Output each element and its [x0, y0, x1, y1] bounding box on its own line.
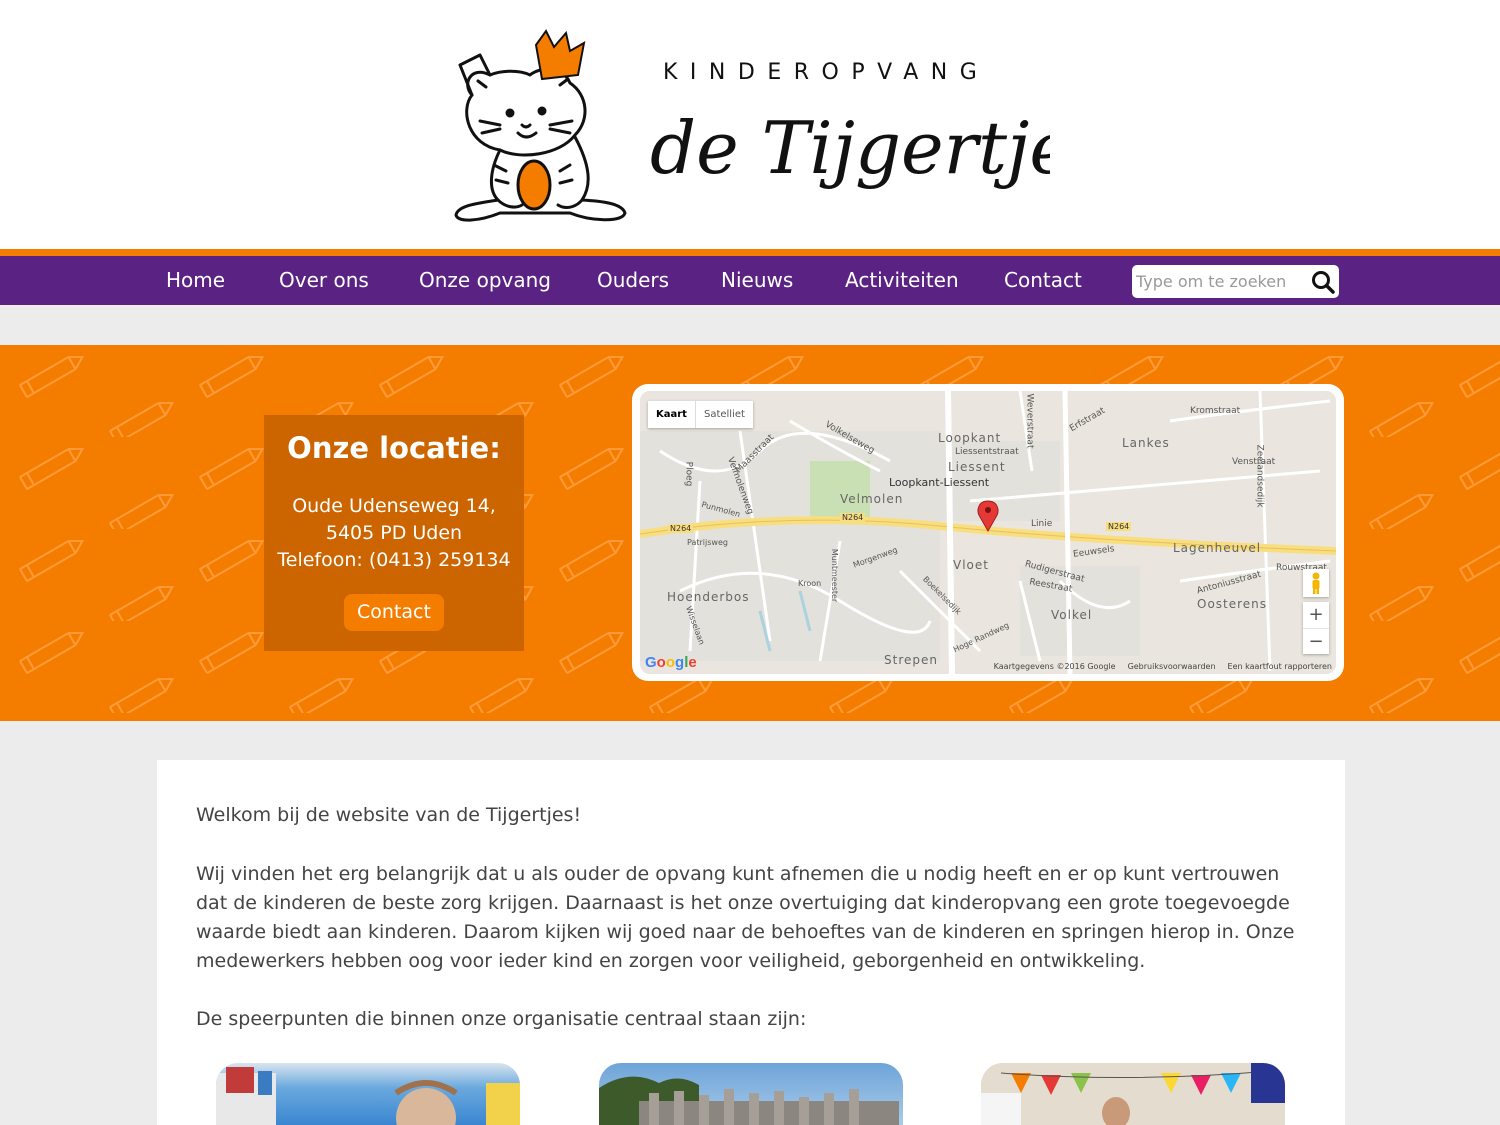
- google-logo[interactable]: Google: [645, 654, 697, 671]
- map-type-control: Kaart Satelliet: [648, 401, 753, 428]
- address-line-2: 5405 PD Uden: [325, 522, 463, 544]
- logo-brand-wordmark[interactable]: de Tijgertjes: [650, 88, 1050, 208]
- speerpunt-photo-2[interactable]: [599, 1063, 903, 1125]
- map-terms-link[interactable]: Gebruiksvoorwaarden: [1128, 662, 1216, 671]
- search-input[interactable]: [1136, 269, 1306, 294]
- location-band: Onze locatie: Oude Udenseweg 14, 5405 PD…: [0, 345, 1500, 721]
- nav-nieuws[interactable]: Nieuws: [721, 256, 793, 305]
- logo-kinderopvang-text: KINDEROPVANG: [663, 60, 990, 85]
- speerpunten-intro: De speerpunten die binnen onze organisat…: [196, 1008, 807, 1030]
- nav-onze-opvang[interactable]: Onze opvang: [419, 256, 551, 305]
- map-footer: Kaartgegevens ©2016 Google Gebruiksvoorw…: [994, 662, 1332, 671]
- map-report-error-link[interactable]: Een kaartfout rapporteren: [1228, 662, 1332, 671]
- google-map[interactable]: Loopkant Liessentstraat Liessent Loopkan…: [640, 391, 1336, 674]
- header-accent-line: [0, 249, 1500, 256]
- location-title: Onze locatie:: [287, 431, 501, 465]
- location-card: Onze locatie: Oude Udenseweg 14, 5405 PD…: [264, 415, 524, 651]
- tiger-mascot-logo[interactable]: [450, 25, 632, 225]
- map-label-liessentstraat: Liessentstraat: [955, 447, 1019, 457]
- map-label-lagenheuvel: Lagenheuvel: [1173, 541, 1262, 555]
- map-label-n264-east: N264: [1106, 522, 1132, 531]
- zoom-out-button[interactable]: −: [1303, 628, 1329, 654]
- map-label-vloet: Vloet: [953, 558, 989, 572]
- phone-number: Telefoon: (0413) 259134: [277, 549, 511, 571]
- search-box: [1132, 265, 1339, 298]
- search-icon[interactable]: [1310, 269, 1336, 295]
- map-label-velmolen: Velmolen: [840, 492, 904, 506]
- intro-paragraph: Wij vinden het erg belangrijk dat u als …: [196, 863, 1295, 972]
- contact-button[interactable]: Contact: [344, 594, 444, 631]
- nav-activiteiten[interactable]: Activiteiten: [845, 256, 959, 305]
- map-label-weverstraat: Weverstraat: [1024, 393, 1035, 449]
- nav-ouders[interactable]: Ouders: [597, 256, 669, 305]
- map-data-attribution: Kaartgegevens ©2016 Google: [993, 662, 1116, 671]
- map-type-satelliet[interactable]: Satelliet: [696, 401, 753, 428]
- street-view-pegman-icon[interactable]: [1303, 569, 1329, 597]
- content-card: Welkom bij de website van de Tijgertjes!…: [157, 760, 1345, 1125]
- map-frame: Loopkant Liessentstraat Liessent Loopkan…: [632, 384, 1344, 681]
- map-label-kromstraat: Kromstraat: [1190, 406, 1241, 416]
- map-label-volkel: Volkel: [1051, 608, 1093, 622]
- nav-contact[interactable]: Contact: [1004, 256, 1082, 305]
- map-label-linie: Linie: [1031, 519, 1053, 529]
- map-label-patrijsweg: Patrijsweg: [687, 538, 728, 547]
- zoom-in-button[interactable]: +: [1303, 602, 1329, 628]
- map-label-loopkant: Loopkant: [938, 431, 1002, 445]
- welcome-text: Welkom bij de website van de Tijgertjes!: [196, 804, 582, 826]
- nav-over-ons[interactable]: Over ons: [279, 256, 369, 305]
- map-label-n264-west: N264: [840, 513, 866, 522]
- speerpunt-photo-1[interactable]: [216, 1063, 520, 1125]
- map-label-zeelandsedijk: Zeelandsedijk: [1254, 444, 1265, 508]
- map-label-oosterens: Oosterens: [1197, 597, 1268, 611]
- map-label-hoenderbos: Hoenderbos: [667, 590, 750, 604]
- map-label-loopkant-liessent: Loopkant-Liessent: [889, 476, 990, 489]
- map-label-liessent: Liessent: [948, 460, 1006, 474]
- map-label-muntmeester: Muntmeester: [830, 548, 840, 603]
- map-label-kroon: Kroon: [798, 579, 822, 588]
- map-zoom-control: + −: [1303, 602, 1329, 654]
- site-header: KINDEROPVANG de Tijgertjes: [0, 0, 1500, 249]
- map-label-n264-far-west: N264: [668, 524, 694, 533]
- map-type-kaart[interactable]: Kaart: [648, 401, 696, 428]
- speerpunt-photo-3[interactable]: [981, 1063, 1285, 1125]
- map-label-ploeg: Ploeg: [683, 461, 694, 487]
- address-line-1: Oude Udenseweg 14,: [292, 495, 496, 517]
- logo-brand-text: de Tijgertjes: [650, 106, 1050, 190]
- main-navigation: Home Over ons Onze opvang Ouders Nieuws …: [0, 256, 1500, 305]
- map-label-lankes: Lankes: [1122, 436, 1170, 450]
- map-label-strepen: Strepen: [884, 653, 938, 667]
- nav-home[interactable]: Home: [166, 256, 225, 305]
